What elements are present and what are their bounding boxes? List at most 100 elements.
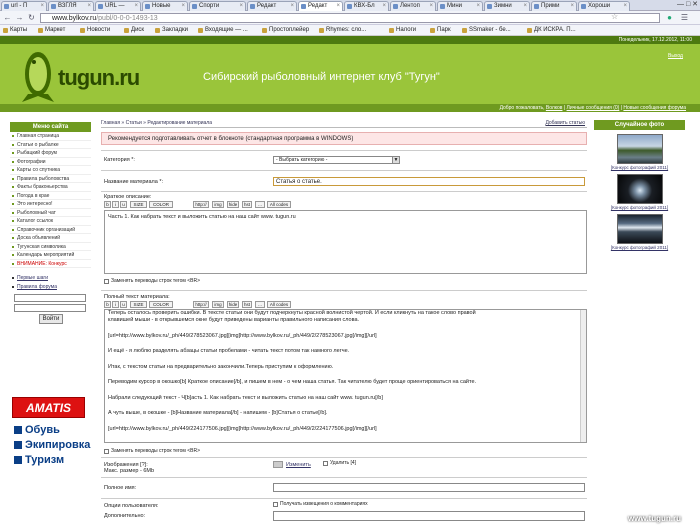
change-image-link[interactable]: Изменить xyxy=(286,462,311,468)
close-icon[interactable]: × xyxy=(429,2,433,11)
menu-item[interactable]: Каталог ссылок xyxy=(10,217,91,226)
menu-item[interactable]: Календарь мероприятий xyxy=(10,251,91,260)
full-br-checkbox[interactable]: Заменять переводы строк тегом <BR> xyxy=(104,448,200,455)
menu-item[interactable]: Рыболовный чат xyxy=(10,209,91,217)
amatis-banner[interactable]: AMATIS xyxy=(12,397,85,418)
photo-thumbnail[interactable] xyxy=(616,174,663,204)
photo-caption[interactable]: [Конкурс фотографий 2011] xyxy=(594,245,685,250)
more-button[interactable]: ... xyxy=(255,201,265,208)
bold-button[interactable]: b xyxy=(104,301,111,308)
logout-link[interactable]: Выход xyxy=(668,53,683,59)
close-icon[interactable]: × xyxy=(239,2,243,11)
underline-button[interactable]: u xyxy=(120,301,127,308)
close-icon[interactable]: × xyxy=(623,2,627,11)
forum-rules-link[interactable]: Правила форума xyxy=(10,283,91,292)
browser-tab[interactable]: URL — × xyxy=(95,1,141,11)
close-icon[interactable]: × xyxy=(290,2,294,11)
img-button[interactable]: img xyxy=(212,201,224,208)
photo-caption[interactable]: [Конкурс фотографий 2011] xyxy=(594,165,685,170)
menu-item[interactable]: Главная страница xyxy=(10,132,91,141)
user-link[interactable]: Волков xyxy=(546,105,563,111)
close-icon[interactable]: × xyxy=(570,2,574,11)
delete-image-checkbox[interactable]: Удалить [4] xyxy=(323,460,356,467)
bookmark[interactable]: Rhymes: сло... xyxy=(319,26,366,35)
image-thumb[interactable] xyxy=(273,461,283,468)
forward-icon[interactable]: → xyxy=(15,13,24,22)
password-input[interactable] xyxy=(14,304,86,312)
hide-button[interactable]: hide xyxy=(227,301,239,308)
close-icon[interactable]: × xyxy=(181,2,185,11)
bookmark[interactable]: Парк xyxy=(430,26,451,35)
bookmark[interactable]: Маркет xyxy=(38,26,65,35)
browser-tab[interactable]: Лентоп × xyxy=(390,1,436,11)
menu-item[interactable]: Статьи о рыбалке xyxy=(10,141,91,149)
title-input[interactable]: Статья о статье. xyxy=(273,177,585,186)
fullname-input[interactable] xyxy=(273,483,585,492)
bold-button[interactable]: b xyxy=(104,201,111,208)
textarea-scrollbar[interactable] xyxy=(580,310,586,442)
close-icon[interactable]: × xyxy=(382,2,386,11)
bookmark[interactable]: Входящие — ... xyxy=(198,26,248,35)
close-icon[interactable]: × xyxy=(87,2,91,11)
menu-item[interactable]: Рыбацкий форум xyxy=(10,149,91,158)
bookmark[interactable]: SSmaker - бе... xyxy=(462,26,511,35)
bookmark[interactable]: Простоплейер xyxy=(262,26,309,35)
extra-input[interactable] xyxy=(273,511,585,521)
browser-tab[interactable]: Новые × xyxy=(142,1,188,11)
browser-tab[interactable]: Редакт × xyxy=(247,1,297,11)
window-controls[interactable]: — □ ✕ xyxy=(677,0,698,10)
bookmark[interactable]: ДК ИСКРА. П... xyxy=(527,26,576,35)
browser-tab-active[interactable]: Редакт × xyxy=(298,1,343,11)
star-icon[interactable]: ☆ xyxy=(611,12,618,21)
hst-button[interactable]: hst xyxy=(242,301,252,308)
menu-item[interactable]: Правила рыболовства xyxy=(10,175,91,183)
ad-link[interactable]: Обувь xyxy=(14,424,60,436)
browser-tab[interactable]: url - П × xyxy=(1,1,47,11)
browser-tab[interactable]: Зимни × xyxy=(484,1,530,11)
close-icon[interactable]: × xyxy=(476,2,480,11)
url-input[interactable]: www.bylkov.ru/publ/0-0-0-1493-13 xyxy=(40,13,660,23)
menu-item[interactable]: Погода в крае xyxy=(10,192,91,200)
menu-item[interactable]: Тугунская символика xyxy=(10,243,91,251)
photo-thumbnail[interactable] xyxy=(616,134,663,164)
browser-tab[interactable]: Прими × xyxy=(531,1,577,11)
forum-new-link[interactable]: Новые сообщения форума xyxy=(623,105,686,111)
ad-link[interactable]: Туризм xyxy=(14,454,64,466)
brief-textarea[interactable]: Часть 1. Как набрать текст и выложить ст… xyxy=(104,210,587,274)
img-button[interactable]: img xyxy=(212,301,224,308)
add-article-link[interactable]: Добавить статью xyxy=(545,119,585,128)
size-select[interactable]: SIZE xyxy=(130,201,147,208)
link-button[interactable]: http:// xyxy=(193,201,209,208)
photo-thumbnail[interactable] xyxy=(616,214,663,244)
brief-br-checkbox[interactable]: Заменять переводы строк тегом <BR> xyxy=(104,278,200,285)
color-select[interactable]: COLOR xyxy=(149,201,173,208)
ad-link[interactable]: Экипировка xyxy=(14,439,90,451)
category-select[interactable]: - Выбрать категорию - ▼ xyxy=(273,156,400,164)
browser-tab[interactable]: КВХ-Бл × xyxy=(344,1,389,11)
menu-item[interactable]: Справочник организаций xyxy=(10,226,91,234)
browser-tab[interactable]: Спорти × xyxy=(189,1,246,11)
italic-button[interactable]: i xyxy=(112,201,119,208)
browser-tab[interactable]: Хороши × xyxy=(578,1,630,11)
close-icon[interactable]: × xyxy=(134,2,138,11)
more-button[interactable]: ... xyxy=(255,301,265,308)
reload-icon[interactable]: ↻ xyxy=(27,13,36,22)
menu-item[interactable]: Доска объявлений xyxy=(10,234,91,243)
menu-item[interactable]: Фотографии xyxy=(10,158,91,166)
notify-checkbox[interactable]: Получать извещения о комментариях xyxy=(273,501,368,508)
close-icon[interactable]: × xyxy=(336,2,340,11)
photo-caption[interactable]: [Конкурс фотографий 2011] xyxy=(594,205,685,210)
login-button[interactable]: Войти xyxy=(39,314,63,324)
menu-item[interactable]: Это интересно! xyxy=(10,200,91,209)
bookmark[interactable]: Новости xyxy=(80,26,110,35)
bookmark[interactable]: Налоги xyxy=(389,26,416,35)
menu-item[interactable]: Карты со спутника xyxy=(10,166,91,175)
wrench-icon[interactable]: ☰ xyxy=(680,13,689,22)
browser-tab[interactable]: Мини × xyxy=(437,1,483,11)
link-button[interactable]: http:// xyxy=(193,301,209,308)
italic-button[interactable]: i xyxy=(112,301,119,308)
bookmark[interactable]: Закладки xyxy=(155,26,188,35)
color-select[interactable]: COLOR xyxy=(149,301,173,308)
close-icon[interactable]: × xyxy=(523,2,527,11)
menu-item[interactable]: Факты браконьерства xyxy=(10,183,91,192)
